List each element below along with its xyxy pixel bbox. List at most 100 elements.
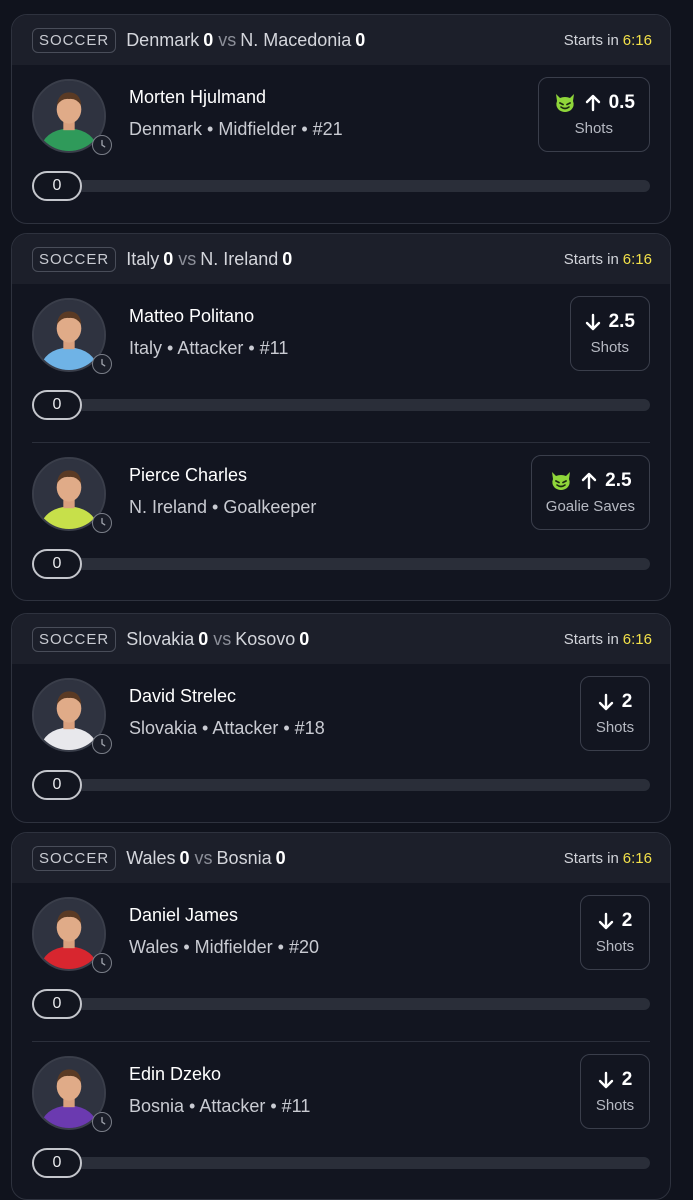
home-score: 0 [198,628,209,649]
player-name: Daniel James [129,905,239,925]
prop-line: 2 [595,1067,635,1093]
home-score: 0 [203,29,214,50]
player-row[interactable]: Edin Dzeko Bosnia • Attacker • #11 2 Shots 0 [32,1041,650,1199]
prop-line-button[interactable]: 2.5 Shots [569,296,650,371]
progress: 0 [32,1148,650,1178]
player-meta: Denmark • Midfielder • #21 [129,119,343,139]
player-content: Pierce Charles N. Ireland • Goalkeeper 2.5… [12,443,670,600]
player-name: David Strelec [129,686,237,706]
prop-line-button[interactable]: 0.5 Shots [537,77,650,152]
game-card: SOCCER Denmark 0 vs N. Macedonia 0 Starts in 6:… [11,14,671,224]
player-content: Matteo Politano Italy • Attacker • #11 2.5… [12,284,670,442]
prop-value: 2 [621,910,633,931]
game-header: SOCCER Italy 0 vs N. Ireland 0 Starts in 6:16 [12,234,670,284]
away-score: 0 [355,29,366,50]
away-score: 0 [282,248,293,269]
progress: 0 [32,390,650,420]
sport-badge: SOCCER [32,845,117,871]
starts-label: Starts in [563,849,619,867]
demon-icon [553,92,577,114]
progress-value: 0 [32,171,82,201]
player-row[interactable]: David Strelec Slovakia • Attacker • #18 2 S… [12,664,670,822]
prop-category: Shots [595,1097,635,1114]
prop-category: Shots [595,938,635,955]
matchup: Slovakia 0 vs Kosovo 0 [126,629,314,650]
start-time: Starts in 6:16 [564,251,652,268]
prop-category: Shots [595,719,635,736]
progress-track [32,180,650,192]
start-time: Starts in 6:16 [564,631,652,648]
arrow-down-icon [598,912,614,930]
player-meta: Italy • Attacker • #11 [129,338,289,358]
progress-track [32,1157,650,1169]
clock-icon [92,953,112,973]
clock-icon [92,135,112,155]
starts-label: Starts in [563,31,619,49]
progress-value: 0 [32,390,82,420]
progress-value: 0 [32,770,82,800]
home-team: Italy [126,248,160,269]
home-score: 0 [179,847,190,868]
player-name: Morten Hjulmand [129,87,267,107]
clock-icon [92,354,112,374]
player-row[interactable]: Matteo Politano Italy • Attacker • #11 2.5… [12,284,670,442]
progress: 0 [32,989,650,1019]
vs-label: vs [213,628,232,649]
progress-track [32,558,650,570]
countdown: 6:16 [622,250,652,268]
prop-line: 2 [595,689,635,715]
away-score: 0 [299,628,310,649]
arrow-up-icon [581,472,597,490]
arrow-up-icon [585,94,601,112]
sport-badge: SOCCER [32,246,117,272]
progress: 0 [32,770,650,800]
prop-line-button[interactable]: 2 Shots [580,1054,650,1129]
away-team: Kosovo [235,628,296,649]
vs-label: vs [178,248,197,269]
prop-value: 2 [621,691,633,712]
player-content: Morten Hjulmand Denmark • Midfielder • #2… [12,65,670,223]
vs-label: vs [218,29,237,50]
prop-line: 2.5 [585,309,635,335]
home-score: 0 [163,248,174,269]
player-row[interactable]: Morten Hjulmand Denmark • Midfielder • #2… [12,65,670,223]
matchup: Italy 0 vs N. Ireland 0 [126,249,297,270]
player-row[interactable]: Daniel James Wales • Midfielder • #20 2 Sho… [12,883,670,1041]
prop-value: 0.5 [608,92,635,113]
starts-label: Starts in [563,630,619,648]
clock-icon [92,513,112,533]
progress-value: 0 [32,549,82,579]
home-team: Denmark [126,29,200,50]
player-name: Edin Dzeko [129,1064,222,1084]
player-name: Pierce Charles [129,465,248,485]
home-team: Slovakia [126,628,195,649]
clock-icon [92,1112,112,1132]
player-content: Edin Dzeko Bosnia • Attacker • #11 2 Shots 0 [12,1042,670,1199]
player-name: Matteo Politano [129,306,255,326]
matchup: Denmark 0 vs N. Macedonia 0 [126,30,370,51]
away-team: N. Macedonia [240,29,352,50]
prop-value: 2.5 [608,311,635,332]
prop-line-button[interactable]: 2 Shots [580,676,650,751]
game-card: SOCCER Wales 0 vs Bosnia 0 Starts in 6:16 Daniel… [11,832,671,1200]
prop-category: Shots [574,120,613,137]
demon-icon [549,470,573,492]
prop-value: 2 [621,1069,633,1090]
progress-value: 0 [32,989,82,1019]
matchup: Wales 0 vs Bosnia 0 [126,848,290,869]
prop-line-button[interactable]: 2 Shots [580,895,650,970]
away-team: Bosnia [216,847,272,868]
prop-value: 2.5 [605,470,632,491]
vs-label: vs [194,847,213,868]
prop-line-button[interactable]: 2.5 Goalie Saves [530,455,650,530]
prop-line: 2.5 [546,468,635,494]
sport-badge: SOCCER [32,626,117,652]
start-time: Starts in 6:16 [564,850,652,867]
player-meta: N. Ireland • Goalkeeper [129,497,317,517]
player-row[interactable]: Pierce Charles N. Ireland • Goalkeeper 2.5… [32,442,650,600]
game-header: SOCCER Denmark 0 vs N. Macedonia 0 Starts in 6:… [12,15,670,65]
countdown: 6:16 [622,630,652,648]
arrow-down-icon [598,693,614,711]
progress-track [32,998,650,1010]
prop-category: Goalie Saves [545,498,635,515]
